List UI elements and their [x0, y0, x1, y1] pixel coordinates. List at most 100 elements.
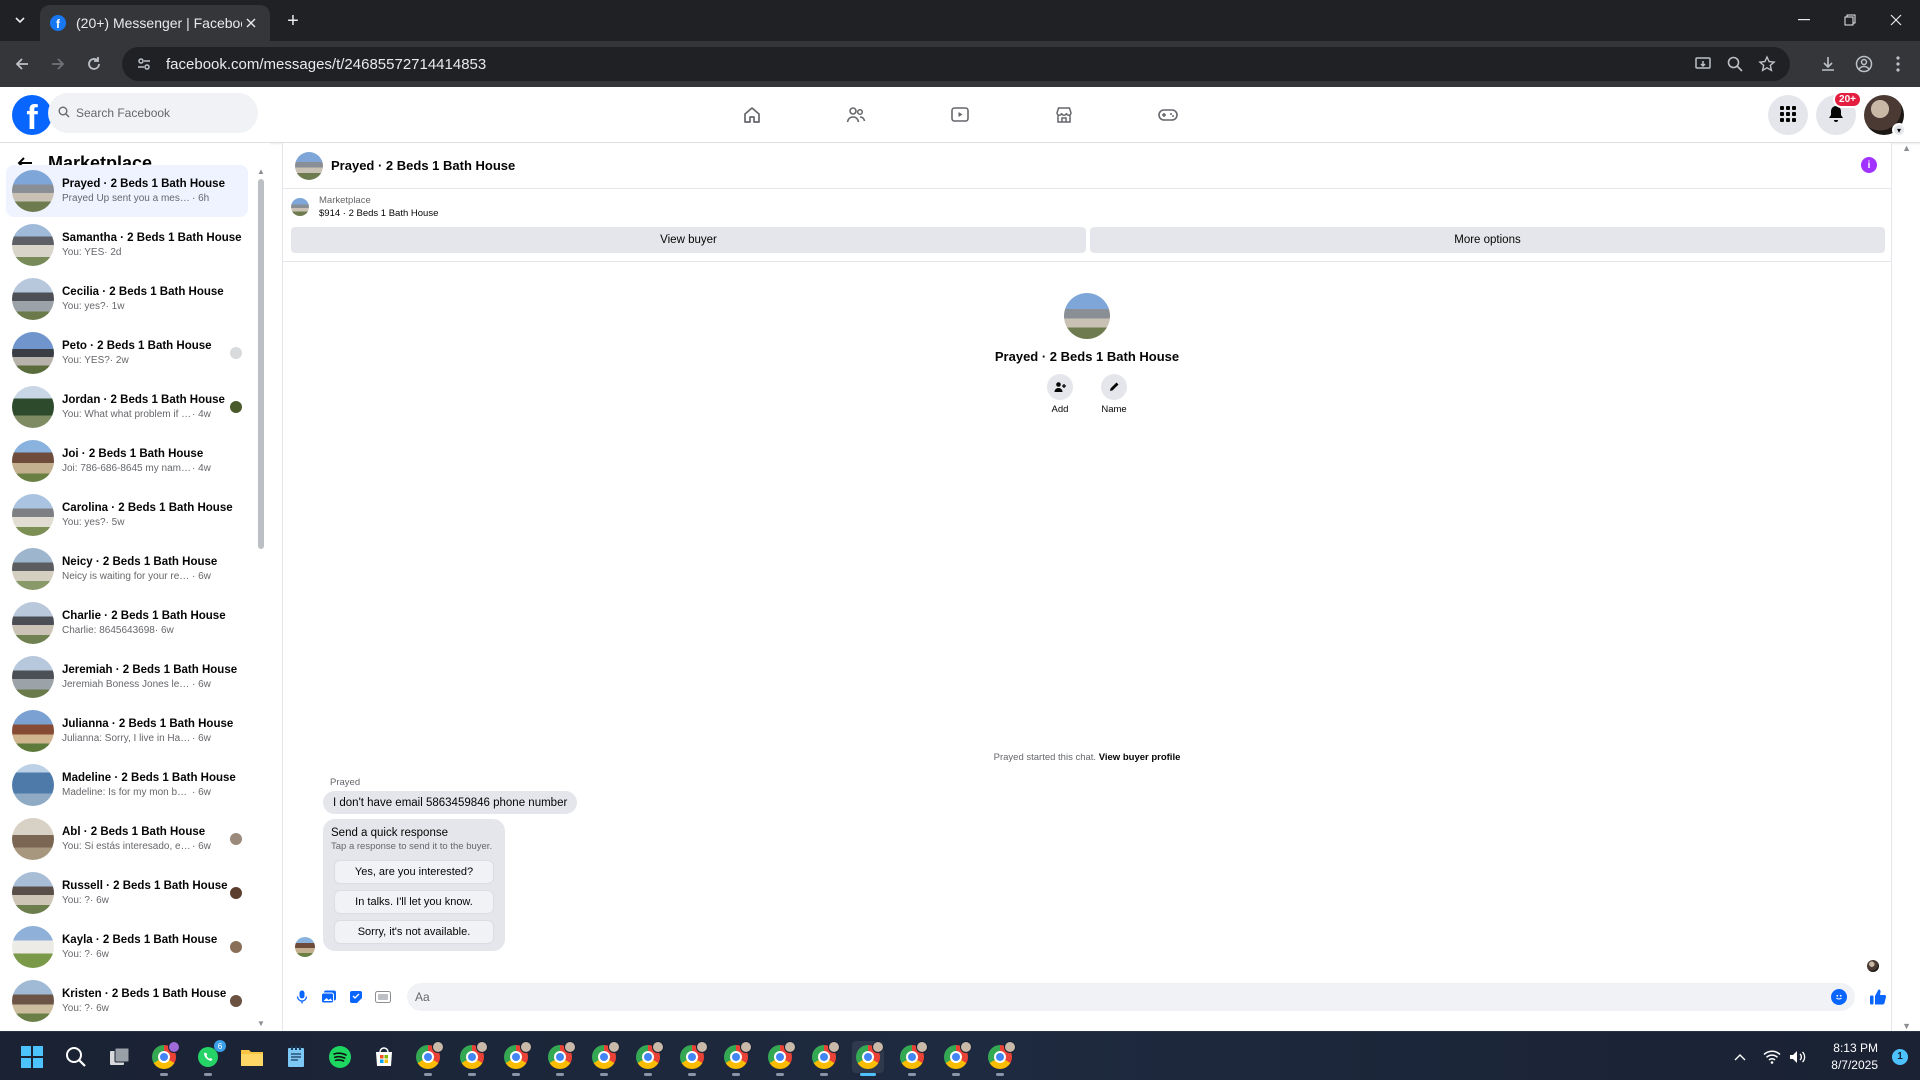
quick-response-option[interactable]: Yes, are you interested?: [334, 860, 494, 884]
whatsapp-taskbar-icon[interactable]: 6: [192, 1040, 226, 1076]
conversation-item[interactable]: Joi · 2 Beds 1 Bath House Joi: 786-686-8…: [6, 435, 248, 487]
windows-start-icon[interactable]: [16, 1041, 48, 1073]
tab-close-icon[interactable]: [242, 14, 260, 32]
chrome-taskbar-icon-active[interactable]: [852, 1041, 884, 1076]
conversation-item[interactable]: Neicy · 2 Beds 1 Bath House Neicy is wai…: [6, 543, 248, 595]
conversation-item[interactable]: Prayed · 2 Beds 1 Bath House Prayed Up s…: [6, 165, 248, 217]
downloads-icon[interactable]: [1816, 52, 1840, 76]
notification-center-badge[interactable]: 1: [1892, 1048, 1908, 1065]
quick-response-option[interactable]: In talks. I'll let you know.: [334, 890, 494, 914]
scrollbar-thumb[interactable]: [258, 179, 264, 549]
chrome-taskbar-icon[interactable]: [896, 1041, 928, 1076]
chrome-taskbar-icon[interactable]: [412, 1041, 444, 1076]
close-window-icon[interactable]: [1876, 8, 1916, 32]
conversation-item[interactable]: Kayla · 2 Beds 1 Bath House You: ? · 6w: [6, 921, 248, 973]
view-buyer-profile-link[interactable]: View buyer profile: [1099, 752, 1181, 763]
search-input[interactable]: [76, 106, 226, 120]
sender-avatar[interactable]: [295, 937, 315, 957]
menu-grid-button[interactable]: [1768, 95, 1808, 135]
chrome-taskbar-icon[interactable]: [984, 1041, 1016, 1076]
conversation-item[interactable]: Julianna · 2 Beds 1 Bath House Julianna:…: [6, 705, 248, 757]
sidebar-scrollbar[interactable]: [257, 163, 265, 1003]
thumbs-up-icon[interactable]: [1867, 986, 1889, 1008]
reload-icon[interactable]: [82, 52, 106, 76]
nav-marketplace-icon[interactable]: [1012, 87, 1116, 143]
bookmark-star-icon[interactable]: [1758, 55, 1776, 77]
conversation-item[interactable]: Abl · 2 Beds 1 Bath House You: Si estás …: [6, 813, 248, 865]
nav-gaming-icon[interactable]: [1116, 87, 1220, 143]
clock[interactable]: 8:13 PM 8/7/2025: [1831, 1040, 1878, 1074]
site-settings-icon[interactable]: [136, 55, 154, 73]
browser-tab-messenger[interactable]: f (20+) Messenger | Facebook: [40, 5, 270, 41]
back-arrow-icon[interactable]: [10, 52, 34, 76]
install-app-icon[interactable]: [1694, 55, 1712, 77]
forward-arrow-icon[interactable]: [46, 52, 70, 76]
nav-home-icon[interactable]: [700, 87, 804, 143]
search-icon[interactable]: [60, 1041, 92, 1073]
edit-name-button[interactable]: Name: [1098, 374, 1130, 415]
listing-summary[interactable]: Marketplace $914 · 2 Beds 1 Bath House: [291, 195, 438, 219]
account-avatar[interactable]: ▾: [1864, 95, 1906, 137]
conversation-title[interactable]: Prayed · 2 Beds 1 Bath House: [331, 158, 515, 173]
conversation-item[interactable]: Madeline · 2 Beds 1 Bath House Madeline:…: [6, 759, 248, 811]
profile-icon[interactable]: [1852, 52, 1876, 76]
chrome-taskbar-icon[interactable]: [764, 1041, 796, 1076]
chrome-taskbar-icon[interactable]: [676, 1041, 708, 1076]
chrome-taskbar-icon[interactable]: [940, 1041, 972, 1076]
spotify-icon[interactable]: [324, 1041, 356, 1073]
chrome-taskbar-icon[interactable]: [720, 1041, 752, 1076]
nav-friends-icon[interactable]: [804, 87, 908, 143]
conversation-item[interactable]: Cecilia · 2 Beds 1 Bath House You: yes? ·…: [6, 273, 248, 325]
chrome-taskbar-icon[interactable]: [500, 1041, 532, 1076]
gif-icon[interactable]: [372, 986, 394, 1008]
microsoft-store-icon[interactable]: [368, 1041, 400, 1073]
message-bubble[interactable]: I don't have email 5863459846 phone numb…: [323, 791, 578, 814]
sticker-icon[interactable]: [345, 986, 367, 1008]
wifi-icon[interactable]: [1761, 1046, 1783, 1068]
add-member-button[interactable]: Add: [1044, 374, 1076, 415]
conversation-item[interactable]: Russell · 2 Beds 1 Bath House You: ? · 6w: [6, 867, 248, 919]
file-explorer-icon[interactable]: [236, 1041, 268, 1073]
chrome-taskbar-icon[interactable]: [456, 1041, 488, 1076]
notepad-icon[interactable]: [280, 1041, 312, 1073]
notifications-button[interactable]: 20+: [1816, 91, 1862, 135]
tab-search-chevron-icon[interactable]: [6, 9, 34, 31]
chat-scroll-up-arrow-icon[interactable]: ▲: [1902, 143, 1911, 153]
emoji-icon[interactable]: [1831, 989, 1847, 1005]
conversation-item[interactable]: Jeremiah · 2 Beds 1 Bath House Jeremiah …: [6, 651, 248, 703]
nav-video-icon[interactable]: [908, 87, 1012, 143]
view-buyer-button[interactable]: View buyer: [291, 227, 1086, 253]
chevron-up-icon[interactable]: [1729, 1046, 1751, 1068]
chrome-taskbar-icon[interactable]: [632, 1041, 664, 1076]
chat-scroll-down-arrow-icon[interactable]: ▼: [1902, 1021, 1911, 1031]
info-icon[interactable]: i: [1861, 157, 1877, 173]
message-input-box[interactable]: [407, 983, 1855, 1011]
quick-response-option[interactable]: Sorry, it's not available.: [334, 920, 494, 944]
minimize-window-icon[interactable]: [1784, 8, 1824, 32]
scroll-down-arrow-icon[interactable]: ▼: [257, 1019, 265, 1028]
volume-icon[interactable]: [1787, 1046, 1809, 1068]
chrome-taskbar-icon[interactable]: [808, 1041, 840, 1076]
conversation-avatar[interactable]: [295, 151, 323, 180]
conversation-item[interactable]: Carolina · 2 Beds 1 Bath House You: yes?…: [6, 489, 248, 541]
conversation-item[interactable]: Kristen · 2 Beds 1 Bath House You: ? · 6w: [6, 975, 248, 1027]
message-input[interactable]: [415, 990, 1795, 1004]
restore-window-icon[interactable]: [1830, 8, 1870, 32]
browser-menu-icon[interactable]: [1886, 52, 1910, 76]
more-options-button[interactable]: More options: [1090, 227, 1885, 253]
microphone-icon[interactable]: [291, 986, 313, 1008]
conversation-item[interactable]: Peto · 2 Beds 1 Bath House You: YES? · 2w: [6, 327, 248, 379]
conversation-item[interactable]: Charlie · 2 Beds 1 Bath House Charlie: 8…: [6, 597, 248, 649]
conversation-item[interactable]: Samantha · 2 Beds 1 Bath House You: YES ·…: [6, 219, 248, 271]
photo-icon[interactable]: [318, 986, 340, 1008]
conversation-item[interactable]: Jordan · 2 Beds 1 Bath House You: What w…: [6, 381, 248, 433]
new-tab-plus-icon[interactable]: +: [280, 8, 306, 34]
zoom-icon[interactable]: [1726, 55, 1744, 77]
facebook-logo-icon[interactable]: f: [12, 95, 52, 135]
buyer-avatar[interactable]: [1064, 293, 1110, 339]
search-box[interactable]: [48, 93, 258, 133]
chrome-taskbar-icon[interactable]: [148, 1041, 180, 1076]
chrome-taskbar-icon[interactable]: [588, 1041, 620, 1076]
address-bar[interactable]: facebook.com/messages/t/2468557271441485…: [122, 47, 1790, 81]
task-view-icon[interactable]: [104, 1041, 136, 1073]
